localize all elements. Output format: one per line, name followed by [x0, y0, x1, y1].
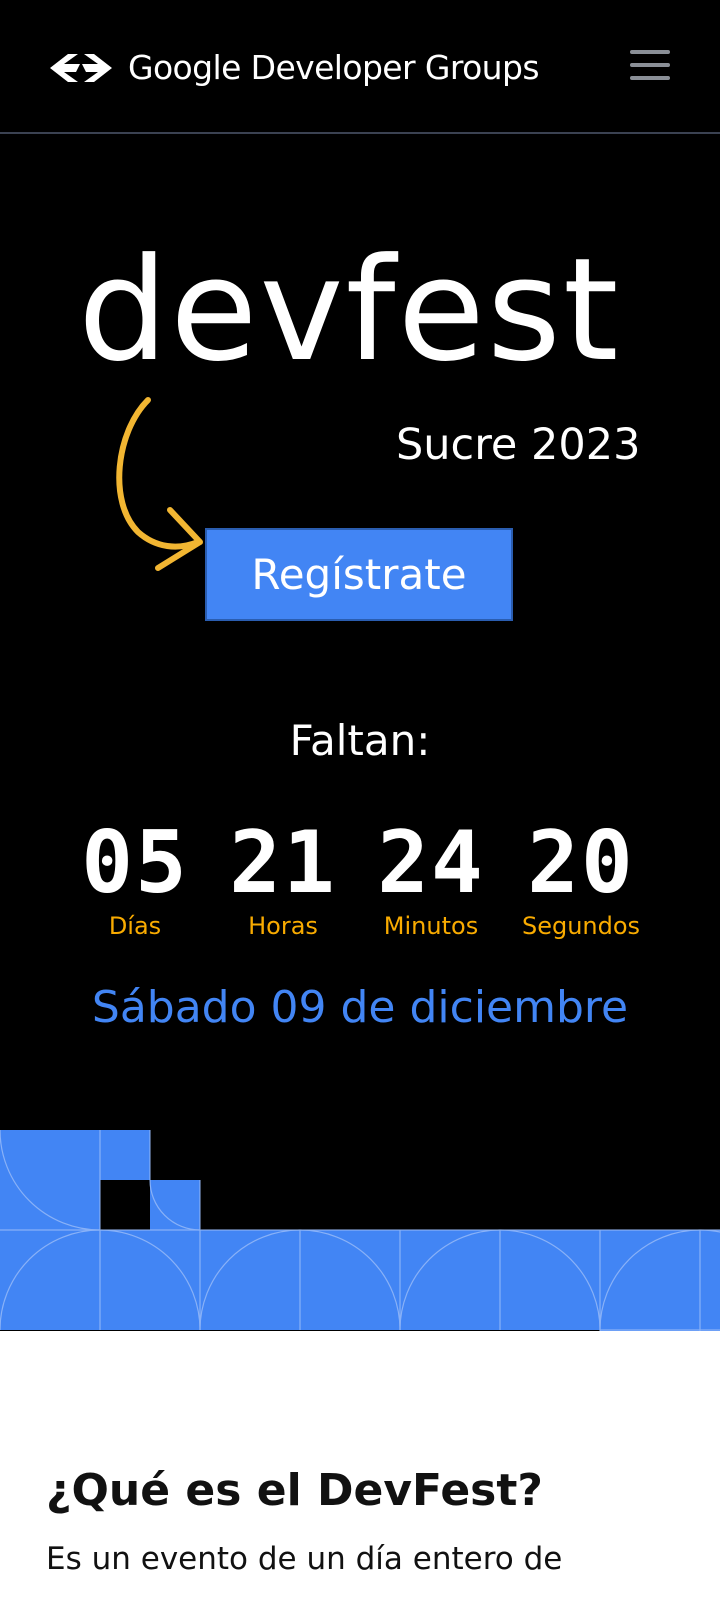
countdown-days-label: Días: [108, 912, 162, 940]
curved-arrow-icon: [116, 397, 203, 571]
brand-name[interactable]: Google Developer Groups: [128, 48, 540, 87]
countdown-minutes-value: 24: [377, 813, 485, 913]
about-section: ¿Qué es el DevFest? Es un evento de un d…: [0, 1331, 720, 1601]
about-description: Es un evento de un día entero de: [46, 1541, 563, 1577]
hamburger-menu-icon[interactable]: [630, 50, 670, 86]
event-date: Sábado 09 de diciembre: [91, 982, 629, 1033]
countdown-hours-label: Horas: [248, 912, 318, 940]
countdown-hours-value: 21: [229, 813, 337, 913]
countdown-heading: Faltan:: [289, 716, 431, 765]
event-subtitle: Sucre 2023: [396, 420, 641, 470]
gdg-logo-icon[interactable]: [46, 50, 116, 86]
register-button[interactable]: Regístrate: [205, 528, 513, 621]
top-nav-bar: Google Developer Groups: [0, 0, 720, 134]
countdown-days: 05 Días: [60, 818, 210, 940]
countdown-seconds-label: Segundos: [521, 912, 641, 940]
countdown-minutes-label: Minutos: [383, 912, 479, 940]
countdown-hours: 21 Horas: [208, 818, 358, 940]
countdown-seconds: 20 Segundos: [506, 818, 656, 940]
countdown-timer: 05 Días 21 Horas 24 Minutos 20 Segundos: [60, 818, 660, 948]
countdown-minutes: 24 Minutos: [356, 818, 506, 940]
countdown-days-value: 05: [81, 813, 189, 913]
countdown-seconds-value: 20: [527, 813, 635, 913]
devfest-title: devfest: [78, 228, 621, 393]
about-title: ¿Qué es el DevFest?: [46, 1465, 543, 1516]
